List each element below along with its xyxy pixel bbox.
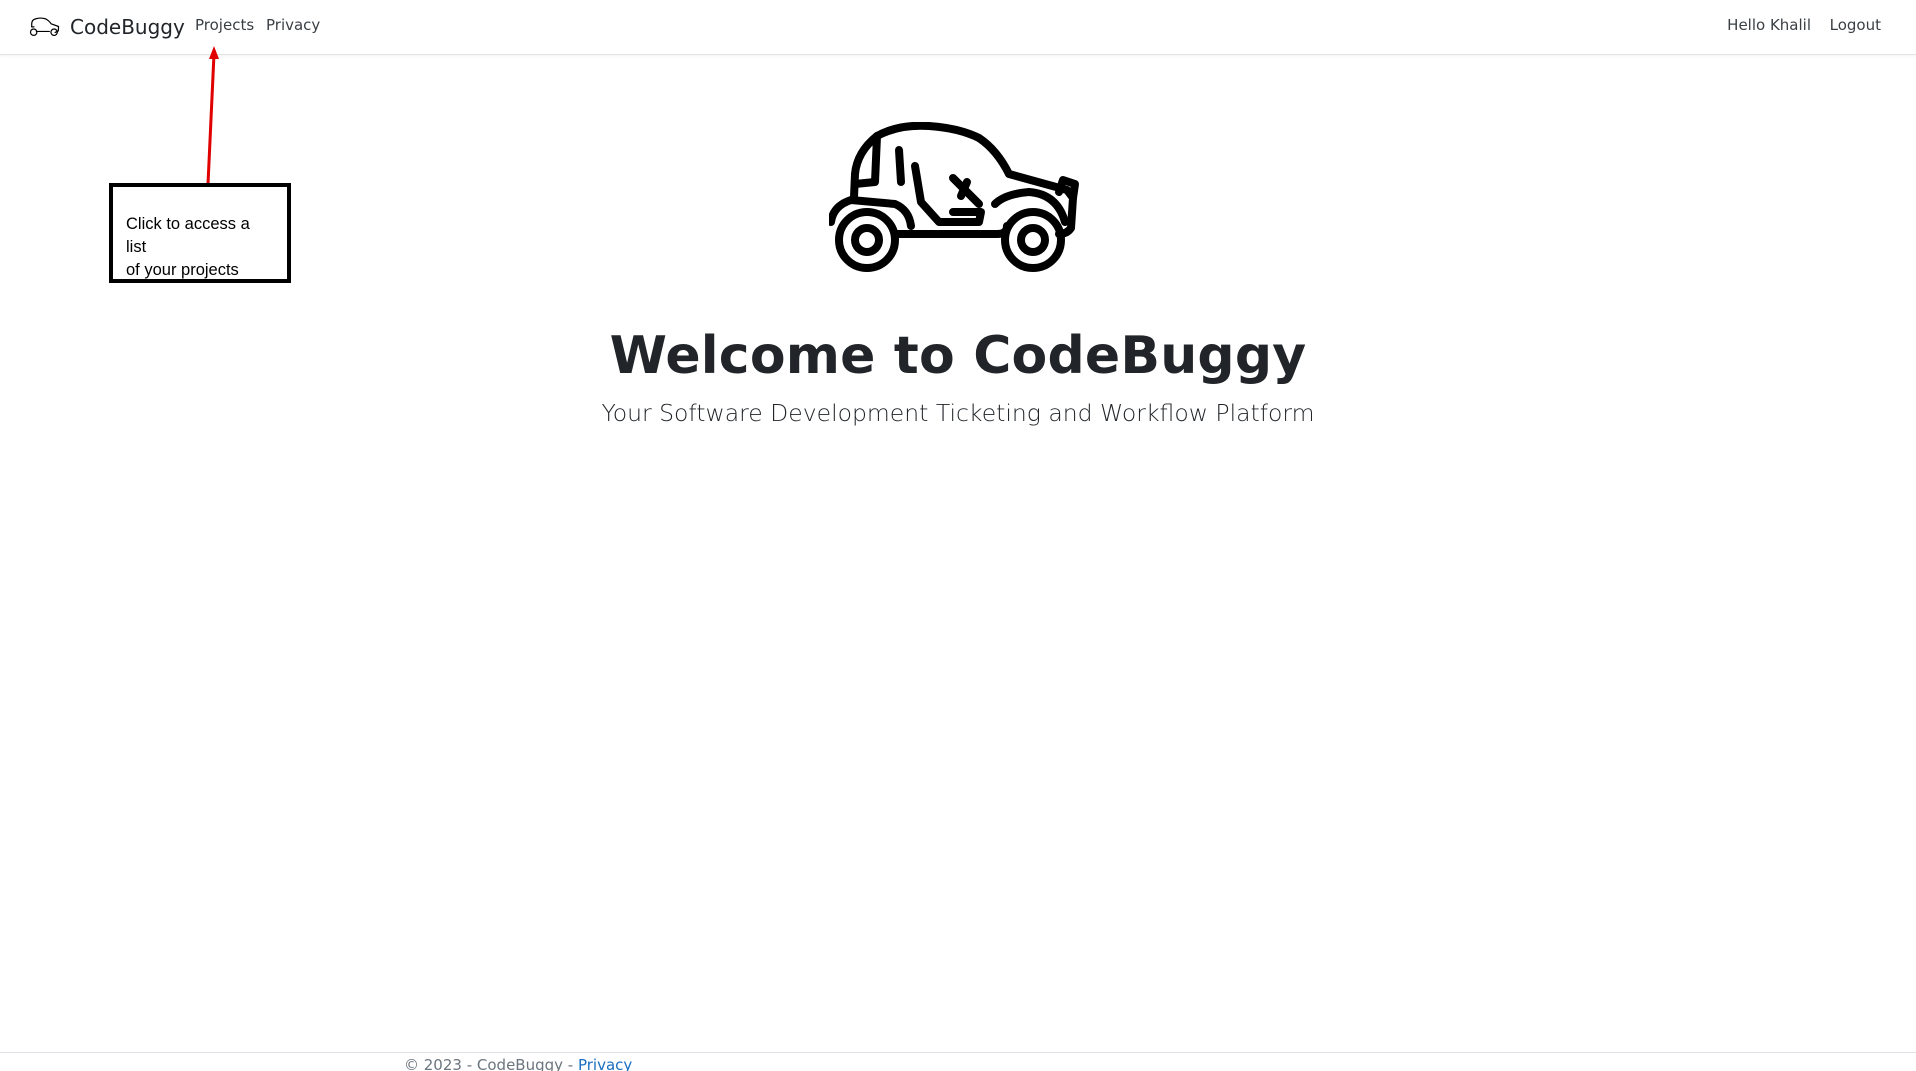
footer-content: © 2023 - CodeBuggy - Privacy (404, 1056, 632, 1071)
user-greeting-link[interactable]: Hello Khalil (1727, 16, 1811, 34)
welcome-heading: Welcome to CodeBuggy (609, 326, 1307, 386)
top-navbar: CodeBuggy Projects Privacy Hello Khalil … (0, 0, 1916, 55)
buggy-icon (829, 122, 1079, 272)
annotation-text-line-2: of your projects (126, 261, 239, 279)
page-footer: © 2023 - CodeBuggy - Privacy (0, 1052, 1916, 1071)
buggy-icon (29, 17, 60, 36)
nav-privacy-link[interactable]: Privacy (266, 16, 320, 34)
nav-projects-link[interactable]: Projects (195, 16, 254, 34)
brand-link[interactable]: CodeBuggy (29, 12, 185, 42)
footer-copyright: © 2023 - CodeBuggy - (404, 1056, 578, 1071)
annotation-callout: Click to access a list of your projects (109, 183, 291, 283)
annotation-arrow (206, 46, 219, 185)
welcome-subtitle: Your Software Development Ticketing and … (601, 399, 1315, 427)
annotation-text-line-1: Click to access a list (126, 215, 250, 256)
footer-privacy-link[interactable]: Privacy (578, 1056, 632, 1071)
brand-name: CodeBuggy (70, 15, 185, 39)
logout-link[interactable]: Logout (1830, 16, 1881, 34)
